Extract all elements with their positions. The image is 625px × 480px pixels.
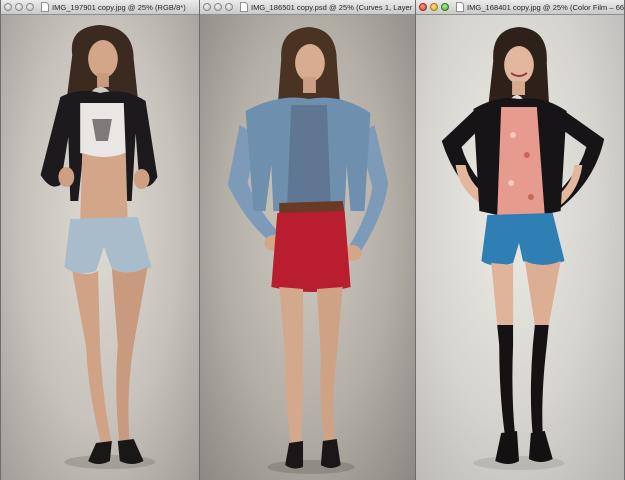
photo-model-2 [227,27,389,474]
photo-model-3 [441,27,605,470]
window-title: IMG_186501 copy.psd @ 25% (Curves 1, Lay… [251,2,415,12]
window-title: IMG_197901 copy.jpg @ 25% (RGB/8*) [52,2,186,12]
window-titlebar[interactable]: IMG_197901 copy.jpg @ 25% (RGB/8*) [1,0,199,15]
minimize-window-button[interactable] [430,3,438,11]
window-controls [419,3,449,11]
document-window-3[interactable]: IMG_168401 copy.jpg @ 25% (Color Film – … [415,0,625,480]
right-leg [111,267,148,445]
window-titlebar[interactable]: IMG_168401 copy.jpg @ 25% (Color Film – … [416,0,624,15]
red-skirt [271,211,351,292]
right-leg [316,287,343,445]
right-sock [530,325,549,437]
photo-model-1 [40,25,158,469]
image-canvas[interactable] [416,15,624,480]
window-controls [203,3,233,11]
window-title: IMG_168401 copy.jpg @ 25% (Color Film – … [467,2,624,12]
minimize-window-button[interactable] [15,3,23,11]
right-shoe [528,431,553,462]
left-leg [279,287,304,447]
close-window-button[interactable] [4,3,12,11]
left-leg [491,263,514,325]
denim-shorts [64,217,152,274]
window-titlebar[interactable]: IMG_186501 copy.psd @ 25% (Curves 1, Lay… [200,0,415,15]
close-window-button[interactable] [419,3,427,11]
document-window-1[interactable]: IMG_197901 copy.jpg @ 25% (RGB/8*) [0,0,200,480]
left-shoe [285,441,304,469]
face [504,46,534,84]
left-leg [72,271,112,447]
document-icon [239,2,248,12]
left-sock [497,325,516,437]
window-controls [4,3,34,11]
zoom-window-button[interactable] [26,3,34,11]
floral-top [497,107,545,220]
minimize-window-button[interactable] [214,3,222,11]
blue-shorts [481,213,565,266]
zoom-window-button[interactable] [441,3,449,11]
zoom-window-button[interactable] [225,3,233,11]
left-shoe [88,441,112,464]
close-window-button[interactable] [203,3,211,11]
left-shoe [495,431,520,464]
face [88,40,118,78]
image-canvas[interactable] [1,15,199,480]
document-window-2[interactable]: IMG_186501 copy.psd @ 25% (Curves 1, Lay… [199,0,416,480]
face [295,44,325,82]
shirt [287,105,331,205]
document-icon [40,2,49,12]
right-shoe [320,439,341,468]
image-canvas[interactable] [200,15,415,480]
right-shoe [117,439,144,464]
document-icon [455,2,464,12]
